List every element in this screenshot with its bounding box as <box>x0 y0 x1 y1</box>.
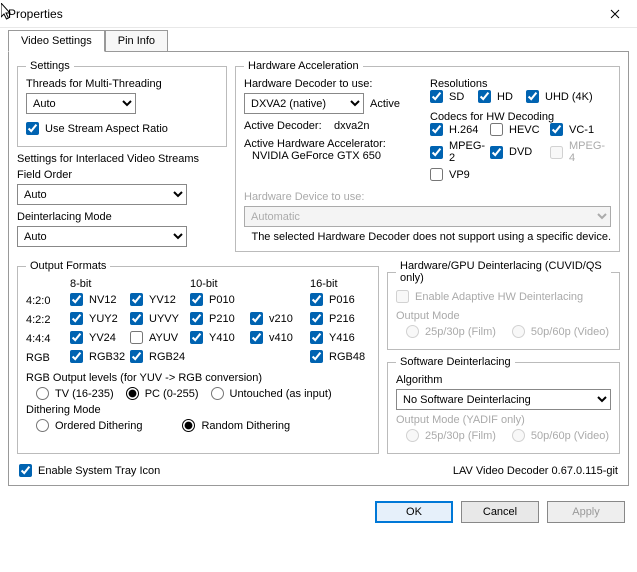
hw-accel-group: Hardware Acceleration Hardware Decoder t… <box>235 60 620 252</box>
version-label: LAV Video Decoder 0.67.0.115-git <box>453 465 618 477</box>
ok-button[interactable]: OK <box>375 501 453 523</box>
fmt-uyvy-checkbox[interactable]: UYVY <box>130 312 179 325</box>
hw-accel-legend: Hardware Acceleration <box>244 60 363 72</box>
settings-legend: Settings <box>26 60 74 72</box>
fmt-p016-checkbox[interactable]: P016 <box>310 293 355 306</box>
sw-deint-legend: Software Deinterlacing <box>396 356 515 368</box>
rgb-pc-radio[interactable]: PC (0-255) <box>126 387 199 400</box>
field-order-label: Field Order <box>17 169 227 181</box>
fmt-v210-checkbox[interactable]: v210 <box>250 312 293 325</box>
rgb-untouched-radio[interactable]: Untouched (as input) <box>211 387 332 400</box>
dither-label: Dithering Mode <box>26 404 370 416</box>
hw-film-radio: 25p/30p (Film) <box>406 325 496 338</box>
button-bar: OK Cancel Apply <box>0 495 637 533</box>
threads-label: Threads for Multi-Threading <box>26 78 218 90</box>
deint-mode-select[interactable]: Auto <box>17 226 187 247</box>
fmt-y410-checkbox[interactable]: Y410 <box>190 331 235 344</box>
sw-film-radio: 25p/30p (Film) <box>406 429 496 442</box>
systray-checkbox[interactable]: Enable System Tray Icon <box>19 464 160 477</box>
rgb-tv-radio[interactable]: TV (16-235) <box>36 387 114 400</box>
codec-mpeg4-checkbox: MPEG-4 <box>550 140 610 164</box>
close-button[interactable] <box>593 0 637 28</box>
fmt-p010-checkbox[interactable]: P010 <box>190 293 235 306</box>
fmt-ayuv-checkbox[interactable]: AYUV <box>130 331 178 344</box>
codec-vp9-checkbox[interactable]: VP9 <box>430 168 490 181</box>
settings-group: Settings Threads for Multi-Threading Aut… <box>17 60 227 147</box>
col-8bit: 8-bit <box>70 278 190 290</box>
rgb-levels-label: RGB Output levels (for YUV -> RGB conver… <box>26 372 370 384</box>
dither-ordered-radio[interactable]: Ordered Dithering <box>36 419 142 432</box>
active-decoder-value: dxva2n <box>334 120 369 132</box>
sw-output-mode-label: Output Mode (YADIF only) <box>396 414 611 426</box>
codec-vc1-checkbox[interactable]: VC-1 <box>550 123 610 136</box>
sw-deint-group: Software Deinterlacing Algorithm No Soft… <box>387 356 620 454</box>
res-sd-checkbox[interactable]: SD <box>430 90 478 103</box>
fmt-y416-checkbox[interactable]: Y416 <box>310 331 355 344</box>
window-title: Properties <box>8 7 63 21</box>
hw-decoder-select[interactable]: DXVA2 (native) <box>244 93 364 114</box>
output-formats-group: Output Formats 8-bit 10-bit 16-bit 4:2:0… <box>17 260 379 454</box>
hw-device-note: The selected Hardware Decoder does not s… <box>244 231 611 243</box>
threads-select[interactable]: Auto <box>26 93 136 114</box>
fmt-v410-checkbox[interactable]: v410 <box>250 331 293 344</box>
hw-active-label: Active <box>370 98 400 110</box>
deint-mode-label: Deinterlacing Mode <box>17 211 227 223</box>
hw-deint-legend: Hardware/GPU Deinterlacing (CUVID/QS onl… <box>396 260 611 284</box>
hw-adaptive-checkbox: Enable Adaptive HW Deinterlacing <box>396 290 583 303</box>
tab-video-settings[interactable]: Video Settings <box>8 30 105 52</box>
resolutions-label: Resolutions <box>430 78 611 90</box>
use-stream-ar-checkbox[interactable]: Use Stream Aspect Ratio <box>26 122 168 135</box>
col-16bit: 16-bit <box>310 278 370 290</box>
sw-algo-select[interactable]: No Software Deinterlacing <box>396 389 611 410</box>
fmt-nv12-checkbox[interactable]: NV12 <box>70 293 117 306</box>
cancel-button[interactable]: Cancel <box>461 501 539 523</box>
sw-algo-label: Algorithm <box>396 374 611 386</box>
hw-output-mode-label: Output Mode <box>396 310 611 322</box>
hw-device-label: Hardware Device to use: <box>244 191 611 203</box>
col-10bit: 10-bit <box>190 278 310 290</box>
close-icon <box>610 9 620 19</box>
sw-video-radio: 50p/60p (Video) <box>512 429 609 442</box>
output-formats-legend: Output Formats <box>26 260 110 272</box>
titlebar: Properties <box>0 0 637 28</box>
codec-h264-checkbox[interactable]: H.264 <box>430 123 490 136</box>
row-420: 4:2:0 <box>26 295 70 307</box>
fmt-rgb48-checkbox[interactable]: RGB48 <box>310 350 365 363</box>
active-hw-value: NVIDIA GeForce GTX 650 <box>244 150 424 162</box>
codec-hevc-checkbox[interactable]: HEVC <box>490 123 550 136</box>
row-422: 4:2:2 <box>26 314 70 326</box>
res-hd-checkbox[interactable]: HD <box>478 90 526 103</box>
hw-deint-group: Hardware/GPU Deinterlacing (CUVID/QS onl… <box>387 260 620 350</box>
active-decoder-label: Active Decoder: <box>244 120 328 132</box>
tab-content: Settings Threads for Multi-Threading Aut… <box>8 51 629 486</box>
fmt-yv24-checkbox[interactable]: YV24 <box>70 331 116 344</box>
interlaced-label: Settings for Interlaced Video Streams <box>17 153 227 165</box>
hw-device-select: Automatic <box>244 206 611 227</box>
field-order-select[interactable]: Auto <box>17 184 187 205</box>
codec-mpeg2-checkbox[interactable]: MPEG-2 <box>430 140 490 164</box>
hw-decoder-label: Hardware Decoder to use: <box>244 78 424 90</box>
res-uhd-checkbox[interactable]: UHD (4K) <box>526 90 606 103</box>
tabstrip: Video Settings Pin Info <box>0 30 637 52</box>
row-rgb: RGB <box>26 352 70 364</box>
fmt-p210-checkbox[interactable]: P210 <box>190 312 235 325</box>
active-hw-label: Active Hardware Accelerator: <box>244 138 424 150</box>
dither-random-radio[interactable]: Random Dithering <box>182 419 290 432</box>
row-444: 4:4:4 <box>26 333 70 345</box>
fmt-rgb32-checkbox[interactable]: RGB32 <box>70 350 125 363</box>
fmt-yv12-checkbox[interactable]: YV12 <box>130 293 176 306</box>
codecs-label: Codecs for HW Decoding <box>430 111 611 123</box>
hw-video-radio: 50p/60p (Video) <box>512 325 609 338</box>
tab-pin-info[interactable]: Pin Info <box>105 30 168 52</box>
apply-button[interactable]: Apply <box>547 501 625 523</box>
fmt-rgb24-checkbox[interactable]: RGB24 <box>130 350 185 363</box>
fmt-p216-checkbox[interactable]: P216 <box>310 312 355 325</box>
codec-dvd-checkbox[interactable]: DVD <box>490 140 550 164</box>
fmt-yuy2-checkbox[interactable]: YUY2 <box>70 312 118 325</box>
